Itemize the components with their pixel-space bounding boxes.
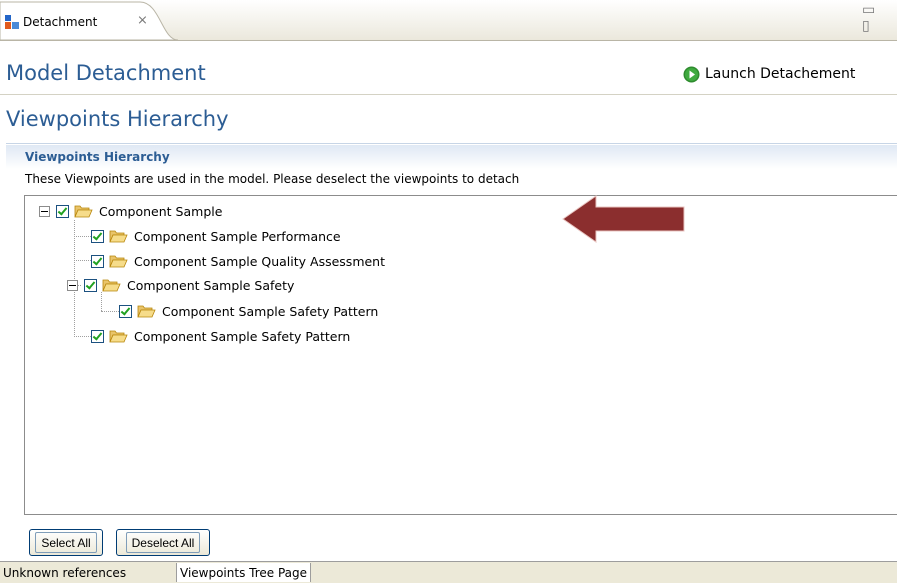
tree-line	[101, 311, 119, 312]
tree-item[interactable]: Component Sample Safety Pattern	[91, 326, 350, 346]
editor-tab-label: Detachment	[23, 15, 98, 29]
collapse-icon[interactable]	[39, 205, 50, 217]
tree-item[interactable]: Component Sample Safety Pattern	[119, 301, 378, 321]
detachment-editor-icon	[5, 15, 19, 29]
section-description: These Viewpoints are used in the model. …	[25, 172, 520, 186]
minimize-maximize-icon[interactable]: ▭ ▯	[862, 2, 897, 34]
tree-line	[74, 260, 91, 261]
tree-item-label: Component Sample Safety Pattern	[134, 328, 351, 344]
tree-item-label: Component Sample Safety Pattern	[162, 303, 379, 319]
folder-open-icon	[109, 330, 128, 343]
header-separator	[0, 94, 897, 95]
tab-unknown-references[interactable]: Unknown references	[0, 563, 129, 582]
tree-item[interactable]: Component Sample Quality Assessment	[91, 251, 385, 271]
section-title: Viewpoints Hierarchy	[25, 150, 170, 164]
select-all-button[interactable]: Select All	[29, 529, 103, 556]
folder-open-icon	[109, 255, 128, 268]
tab-viewpoints-tree-page[interactable]: Viewpoints Tree Page	[176, 563, 312, 582]
collapse-icon[interactable]	[67, 279, 78, 291]
deselect-all-label: Deselect All	[125, 532, 201, 553]
launch-label: Launch Detachement	[705, 66, 856, 82]
viewpoint-checkbox[interactable]	[91, 329, 104, 343]
viewpoint-checkbox[interactable]	[119, 304, 132, 318]
editor-tab-bar: Detachment ⨯ ▭ ▯	[0, 0, 897, 43]
tree-item-label: Component Sample Quality Assessment	[134, 253, 386, 269]
folder-open-icon	[137, 305, 156, 318]
page-title: Viewpoints Hierarchy	[6, 107, 229, 131]
section-top-border	[6, 143, 897, 144]
editor-tab-detachment[interactable]: Detachment ⨯	[0, 0, 178, 41]
tree-item-label: Component Sample	[99, 203, 223, 219]
page-tabs: Unknown references Viewpoints Tree Page	[0, 561, 897, 583]
tree-item[interactable]: Component Sample Performance	[91, 226, 341, 246]
tree-line	[74, 336, 91, 337]
play-icon	[683, 66, 700, 82]
form-title: Model Detachment	[6, 61, 206, 85]
viewpoint-checkbox[interactable]	[91, 229, 104, 243]
viewpoint-checkbox[interactable]	[84, 278, 97, 292]
tree-item[interactable]: Component Sample Safety	[67, 275, 294, 295]
viewpoint-checkbox[interactable]	[56, 204, 69, 218]
deselect-all-button[interactable]: Deselect All	[116, 529, 210, 556]
viewpoints-tree[interactable]: Component Sample Component Sample Perfor…	[24, 195, 897, 515]
folder-open-icon	[74, 205, 93, 218]
tree-item-label: Component Sample Safety	[127, 277, 295, 293]
tree-line	[74, 236, 91, 237]
tree-item-label: Component Sample Performance	[134, 228, 341, 244]
tree-item[interactable]: Component Sample	[39, 201, 222, 221]
annotation-arrow-icon	[562, 195, 685, 243]
launch-detachment-button[interactable]: Launch Detachement	[683, 63, 855, 85]
folder-open-icon	[102, 279, 121, 292]
viewpoint-checkbox[interactable]	[91, 254, 104, 268]
close-icon[interactable]: ⨯	[137, 13, 148, 28]
folder-open-icon	[109, 230, 128, 243]
select-all-label: Select All	[35, 532, 97, 553]
